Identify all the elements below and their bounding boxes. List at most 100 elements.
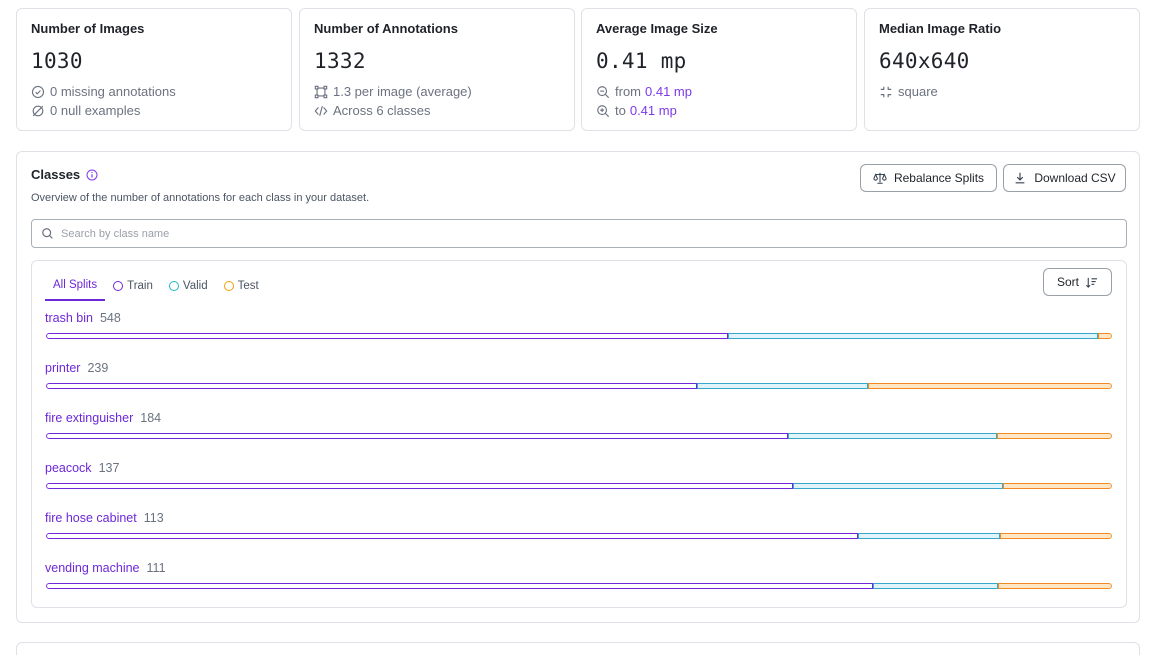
class-name[interactable]: fire extinguisher <box>45 411 133 425</box>
min-size-value: 0.41 mp <box>645 84 692 99</box>
stat-card-annotations: Number of Annotations 1332 1.3 per image… <box>299 8 575 131</box>
split-bar <box>46 483 1112 489</box>
class-name[interactable]: vending machine <box>45 561 140 575</box>
stat-detail: Across 6 classes <box>314 103 431 118</box>
stat-value: 0.41 mp <box>596 49 687 73</box>
stat-detail-text: 1.3 per image (average) <box>333 84 472 99</box>
class-count: 111 <box>146 561 166 575</box>
class-row[interactable]: printer 239 <box>45 361 1113 401</box>
split-bar-valid <box>697 383 868 389</box>
tab-all-splits[interactable]: All Splits <box>45 271 106 301</box>
class-distribution: All Splits Train Valid Test Sort trash b… <box>31 260 1127 608</box>
stat-detail-text: to <box>615 103 626 118</box>
tab-label: Valid <box>182 280 208 292</box>
split-bar <box>46 383 1112 389</box>
split-bar-train <box>46 483 793 489</box>
stat-title: Number of Annotations <box>314 21 458 36</box>
stat-detail: from 0.41 mp <box>596 84 692 99</box>
class-row[interactable]: peacock 137 <box>45 461 1113 501</box>
class-name[interactable]: fire hose cabinet <box>45 511 137 525</box>
stat-title: Average Image Size <box>596 21 718 36</box>
zoom-in-icon <box>597 104 610 117</box>
class-count: 137 <box>98 461 120 475</box>
tab-test[interactable]: Test <box>216 271 267 301</box>
search-input[interactable] <box>61 227 1061 240</box>
stat-card-images: Number of Images 1030 0 missing annotati… <box>16 8 292 131</box>
stat-title: Median Image Ratio <box>879 21 1002 36</box>
stat-detail-text: 0 missing annotations <box>50 84 176 99</box>
max-size-value: 0.41 mp <box>629 103 677 118</box>
download-icon <box>1015 172 1025 184</box>
stat-card-image-size: Average Image Size 0.41 mp from 0.41 mp … <box>581 8 857 131</box>
split-bar-train <box>46 433 788 439</box>
split-bar <box>46 433 1112 439</box>
class-label[interactable]: fire extinguisher 184 <box>45 411 161 425</box>
aspect-ratio-icon <box>880 86 892 97</box>
tab-label: Test <box>237 280 259 292</box>
class-row[interactable]: trash bin 548 <box>45 311 1113 351</box>
stat-detail-text: 0 null examples <box>50 103 141 118</box>
stat-detail: 1.3 per image (average) <box>314 84 472 99</box>
stat-detail: 0 null examples <box>31 103 140 118</box>
search-icon <box>42 228 53 239</box>
class-count: 113 <box>143 511 164 525</box>
split-bar-test <box>1098 333 1112 339</box>
class-label[interactable]: vending machine 111 <box>45 561 166 575</box>
class-count: 239 <box>87 361 109 375</box>
next-panel <box>16 642 1140 655</box>
split-bar-test <box>1000 533 1112 539</box>
null-circle-icon <box>32 105 44 116</box>
tab-label: All Splits <box>53 279 98 291</box>
split-bar <box>46 333 1112 339</box>
class-name[interactable]: trash bin <box>45 311 93 325</box>
class-row[interactable]: fire extinguisher 184 <box>45 411 1113 451</box>
split-bar-test <box>997 433 1112 439</box>
stat-value: 1332 <box>314 49 366 73</box>
stat-detail: square <box>879 84 938 99</box>
stat-value: 640x640 <box>879 49 970 73</box>
split-bar-valid <box>793 483 1003 489</box>
class-label[interactable]: printer 239 <box>45 361 108 375</box>
stat-value: 1030 <box>31 49 83 73</box>
test-dot-icon <box>223 281 234 291</box>
code-icon <box>314 105 328 116</box>
sort-button[interactable]: Sort <box>1043 268 1112 296</box>
split-bar-train <box>46 583 873 589</box>
split-bar-valid <box>858 533 1000 539</box>
tab-label: Train <box>127 280 153 292</box>
stat-detail: 0 missing annotations <box>31 84 176 99</box>
class-name[interactable]: peacock <box>45 461 92 475</box>
tab-train[interactable]: Train <box>105 271 161 301</box>
sort-icon <box>1085 277 1098 288</box>
class-label[interactable]: fire hose cabinet 113 <box>45 511 164 525</box>
sort-label: Sort <box>1056 275 1079 289</box>
split-tabs: All Splits Train Valid Test <box>45 271 267 301</box>
split-bar-train <box>46 533 858 539</box>
classes-subtitle: Overview of the number of annotations fo… <box>31 192 370 204</box>
class-label[interactable]: trash bin 548 <box>45 311 121 325</box>
class-row[interactable]: vending machine 111 <box>45 561 1113 601</box>
stat-detail: to 0.41 mp <box>596 103 677 118</box>
info-icon[interactable] <box>86 169 98 181</box>
tab-valid[interactable]: Valid <box>161 271 216 301</box>
download-csv-button[interactable]: Download CSV <box>1003 164 1126 192</box>
stat-title: Number of Images <box>31 21 145 36</box>
split-bar-valid <box>788 433 997 439</box>
stat-detail-text: Across 6 classes <box>333 103 431 118</box>
rebalance-label: Rebalance Splits <box>893 171 985 185</box>
split-bar-train <box>46 383 697 389</box>
scale-icon <box>873 172 887 184</box>
class-search[interactable] <box>31 219 1127 248</box>
class-row[interactable]: fire hose cabinet 113 <box>45 511 1113 551</box>
stat-card-image-ratio: Median Image Ratio 640x640 square <box>864 8 1140 131</box>
stat-detail-text: square <box>898 84 938 99</box>
split-bar <box>46 533 1112 539</box>
split-bar-valid <box>728 333 1098 339</box>
classes-panel: Classes Overview of the number of annota… <box>16 151 1140 623</box>
rebalance-splits-button[interactable]: Rebalance Splits <box>860 164 997 192</box>
split-bar-test <box>998 583 1112 589</box>
split-bar-train <box>46 333 728 339</box>
classes-heading: Classes <box>31 167 98 182</box>
class-label[interactable]: peacock 137 <box>45 461 119 475</box>
class-name[interactable]: printer <box>45 361 80 375</box>
